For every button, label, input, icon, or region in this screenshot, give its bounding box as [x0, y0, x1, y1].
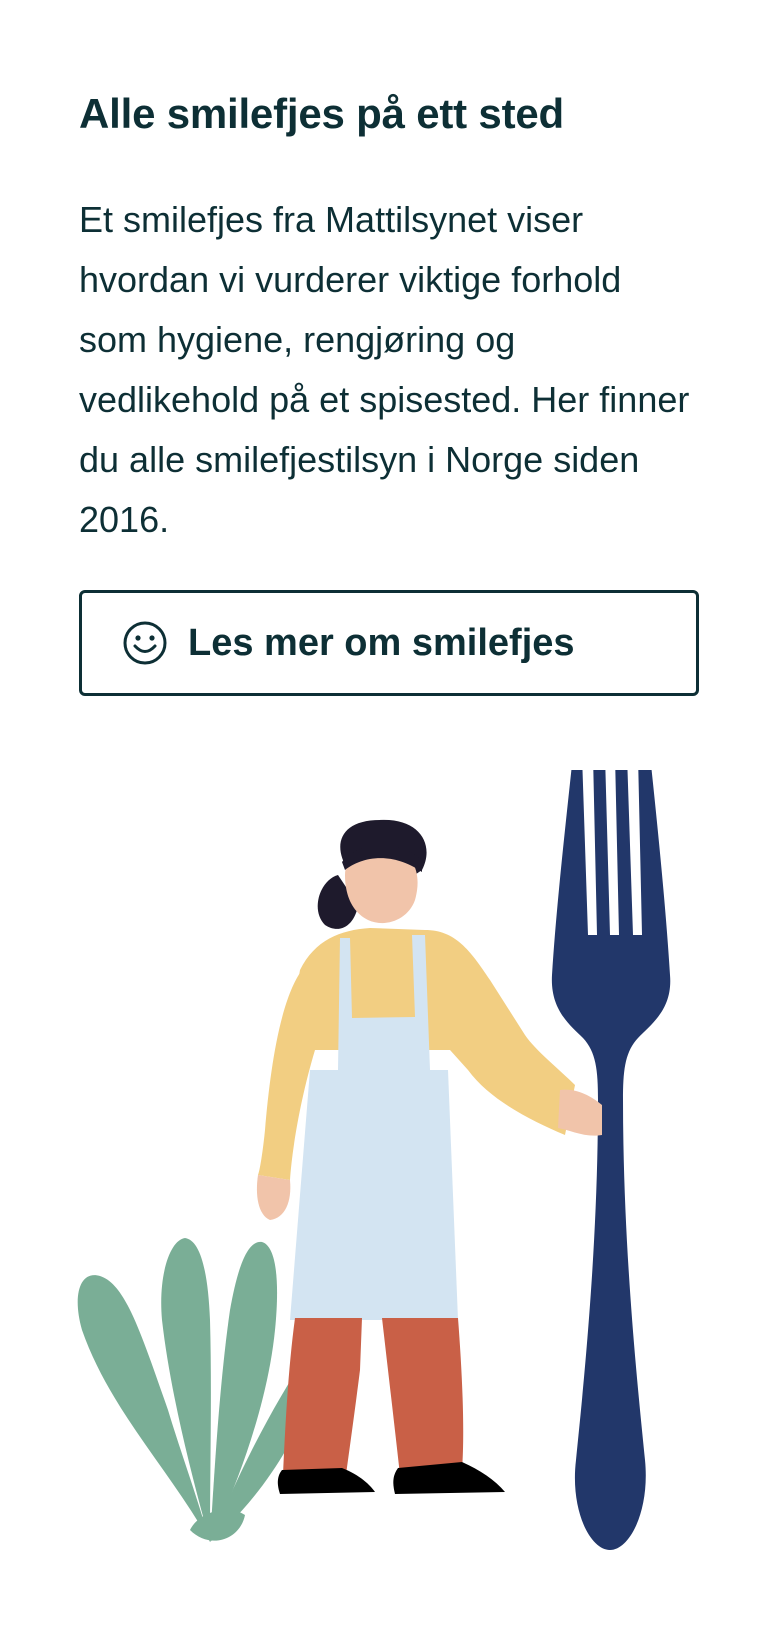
read-more-button[interactable]: Les mer om smilefjes: [79, 590, 699, 696]
fork-illustration: [551, 755, 671, 1550]
section-title: Alle smilefjes på ett sted: [79, 90, 564, 137]
smiley-icon: [122, 620, 168, 666]
read-more-label: Les mer om smilefjes: [188, 621, 575, 664]
section-intro: Et smilefjes fra Mattilsynet viser hvord…: [79, 199, 690, 540]
chef-person: [256, 819, 602, 1494]
chef-illustration: [70, 755, 710, 1580]
